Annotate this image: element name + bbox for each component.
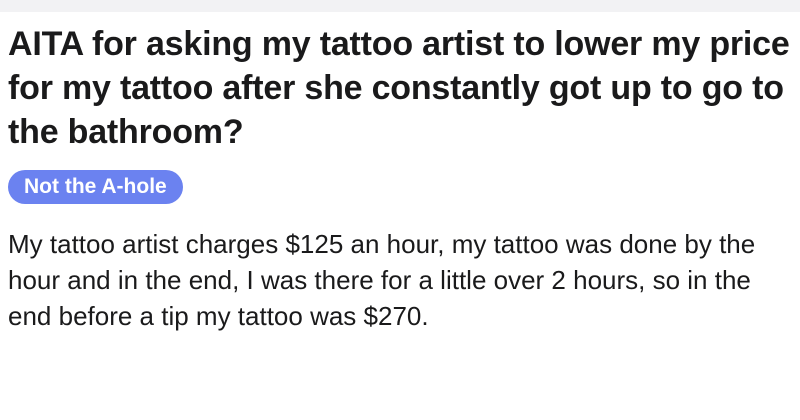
post-body-text: My tattoo artist charges $125 an hour, m… bbox=[8, 229, 756, 331]
top-divider-strip bbox=[0, 0, 800, 12]
post-container: AITA for asking my tattoo artist to lowe… bbox=[8, 22, 798, 334]
screenshot-page: AITA for asking my tattoo artist to lowe… bbox=[0, 0, 800, 420]
post-title[interactable]: AITA for asking my tattoo artist to lowe… bbox=[8, 22, 798, 154]
post-flair-badge[interactable]: Not the A-hole bbox=[8, 170, 183, 204]
